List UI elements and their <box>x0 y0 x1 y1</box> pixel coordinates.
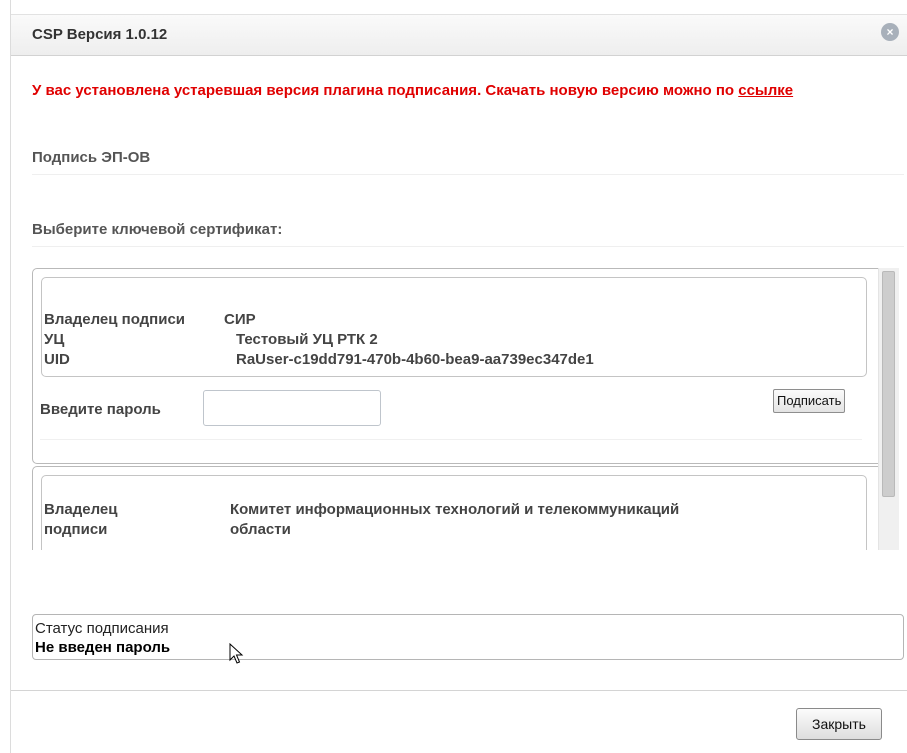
owner-value: области <box>230 521 291 538</box>
csp-dialog: CSP Версия 1.0.12 × У вас установлена ус… <box>10 0 907 753</box>
owner-label: Владелец подписи <box>44 311 186 328</box>
certificate-list-scrollbar[interactable] <box>878 268 899 550</box>
certificate-info: Владелец подписи Комитет информационных … <box>41 475 867 550</box>
download-link[interactable]: ссылке <box>738 82 793 99</box>
outdated-plugin-warning: У вас установлена устаревшая версия плаг… <box>32 81 902 100</box>
owner-value: СИР <box>224 311 256 328</box>
select-certificate-label: Выберите ключевой сертификат: <box>32 221 283 238</box>
password-input[interactable] <box>203 390 381 426</box>
certificate-card[interactable]: Владелец подписи Комитет информационных … <box>32 466 886 550</box>
signature-section-title: Подпись ЭП-ОВ <box>32 149 151 166</box>
status-value: Не введен пароль <box>35 639 171 656</box>
certificate-list: Владелец подписи СИР УЦ Тестовый УЦ РТК … <box>32 268 888 550</box>
ca-value: Тестовый УЦ РТК 2 <box>236 331 378 348</box>
owner-value: Комитет информационных технологий и теле… <box>230 501 680 518</box>
dialog-titlebar: CSP Версия 1.0.12 × <box>11 14 907 56</box>
owner-label: Владелец <box>44 501 118 518</box>
uid-value: RaUser-c19dd791-470b-4b60-bea9-aa739ec34… <box>236 351 594 368</box>
footer-divider <box>11 690 907 691</box>
dialog-title: CSP Версия 1.0.12 <box>32 26 168 43</box>
uid-label: UID <box>44 351 70 368</box>
password-label: Введите пароль <box>40 401 161 418</box>
signing-status-box: Статус подписания Не введен пароль <box>32 614 904 660</box>
owner-label: подписи <box>44 521 108 538</box>
ca-label: УЦ <box>44 331 65 348</box>
divider <box>32 246 904 247</box>
mouse-cursor-icon <box>229 643 244 664</box>
scrollbar-thumb[interactable] <box>882 271 895 497</box>
certificate-card[interactable]: Владелец подписи СИР УЦ Тестовый УЦ РТК … <box>32 268 886 464</box>
warning-text: У вас установлена устаревшая версия плаг… <box>32 82 739 99</box>
close-icon[interactable]: × <box>881 23 899 41</box>
sign-button[interactable]: Подписать <box>773 389 846 413</box>
divider <box>32 174 904 175</box>
close-button[interactable]: Закрыть <box>796 708 882 740</box>
divider <box>40 439 862 440</box>
certificate-info: Владелец подписи СИР УЦ Тестовый УЦ РТК … <box>41 277 867 377</box>
status-label: Статус подписания <box>35 620 169 637</box>
